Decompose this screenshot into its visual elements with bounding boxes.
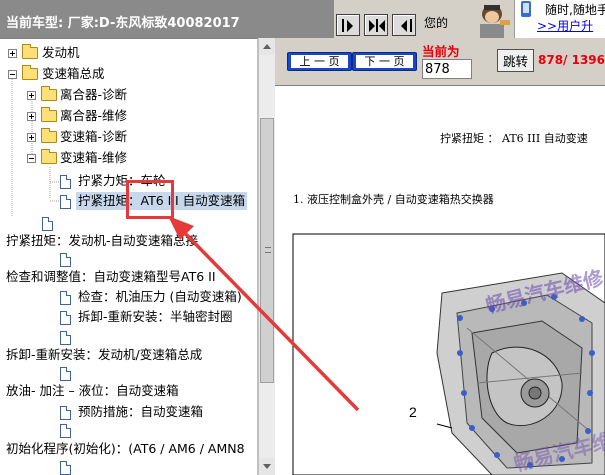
tree-leaf[interactable] xyxy=(0,422,80,440)
tree-node-clutch-repair[interactable]: 离合器-维修 xyxy=(0,107,257,125)
ad-banner: 随时,随地手 >>用户升 xyxy=(514,0,605,38)
tree-node-label: 预防措施：自动变速箱 xyxy=(78,404,204,419)
tree-node-label: 离合器-诊断 xyxy=(60,87,128,102)
annotation-highlight-box xyxy=(126,180,174,219)
scroll-up-button[interactable] xyxy=(259,38,275,55)
tree-node-check-adjust-values[interactable]: 检查和调整值：自动变速箱型号AT6 II xyxy=(0,268,257,286)
tree-leaf[interactable] xyxy=(0,365,80,383)
upgrade-link[interactable]: >>用户升 xyxy=(537,17,593,34)
folder-icon xyxy=(22,44,38,59)
arrow-right-icon xyxy=(342,19,353,32)
page-content: 拧紧扭矩 ： AT6 III 自动变速 1. 液压控制盒外壳 / 自动变速箱热交… xyxy=(275,87,605,475)
collapse-right-button[interactable] xyxy=(392,14,416,36)
document-icon xyxy=(60,331,71,345)
tree-node-initialization[interactable]: 初始化程序(初始化)：(AT6 / AM6 / AMN8 xyxy=(0,440,257,458)
tree-node-label: 拆卸-重新安装：发动机/变速箱总成 xyxy=(6,347,203,362)
tree-node-oil-pressure-check[interactable]: 检查：机油压力 (自动变速箱) xyxy=(0,288,257,306)
split-view-button[interactable] xyxy=(364,14,388,36)
scroll-thumb[interactable] xyxy=(260,118,274,383)
expand-icon[interactable] xyxy=(27,133,36,142)
tree-leaf[interactable] xyxy=(0,329,80,347)
manual-tree-panel: 发动机 变速箱总成 离合器-诊断 离合器-维修 变速箱-诊断 变速箱-维修 拧紧… xyxy=(0,38,258,475)
callout-label: 2 xyxy=(409,404,417,420)
collapse-icon[interactable] xyxy=(27,154,36,163)
collapse-left-button[interactable] xyxy=(336,14,360,36)
folder-open-icon xyxy=(41,149,57,164)
tree-node-gearbox-repair[interactable]: 变速箱-维修 xyxy=(0,149,257,167)
document-icon xyxy=(60,195,71,209)
transmission-diagram: 畅易汽车维修 畅易汽车维修 xyxy=(292,233,605,475)
chevron-down-icon xyxy=(263,464,271,469)
document-icon xyxy=(60,367,71,381)
tree-node-label: 变速箱-维修 xyxy=(60,150,128,165)
folder-icon xyxy=(41,107,57,122)
tree-node-oil-drain-fill[interactable]: 放油- 加注 – 液位：自动变速箱 xyxy=(0,382,257,400)
tree-node-engine[interactable]: 发动机 xyxy=(0,44,257,62)
tree-node-engine-gearbox-removal[interactable]: 拆卸-重新安装：发动机/变速箱总成 xyxy=(0,346,257,364)
current-vehicle-label: 当前车型: 厂家:D-东风标致40082017 xyxy=(0,0,334,38)
tree-node-transmission-assembly[interactable]: 变速箱总成 xyxy=(0,65,257,83)
tree-node-label: 放油- 加注 – 液位：自动变速箱 xyxy=(6,383,179,398)
document-viewer: 上 一 页 下 一 页 当前为 跳转 878/ 1396 拧紧扭矩 ： AT6 … xyxy=(275,38,605,475)
tree-node-label: 初始化程序(初始化)：(AT6 / AM6 / AMN8 xyxy=(6,441,245,456)
next-page-label: 下 一 页 xyxy=(356,55,413,68)
ad-text: 您的 xyxy=(424,16,449,30)
document-icon xyxy=(60,406,71,420)
arrow-left-icon xyxy=(401,19,412,32)
tree-node-label: 拆卸-重新安装：半轴密封圈 xyxy=(78,309,233,324)
tree-node-label: 检查：机油压力 (自动变速箱) xyxy=(78,289,242,304)
tree-node-clutch-diagnosis[interactable]: 离合器-诊断 xyxy=(0,86,257,104)
page-controls: 上 一 页 下 一 页 当前为 跳转 878/ 1396 xyxy=(275,38,605,86)
tree-node-gearbox-diagnosis[interactable]: 变速箱-诊断 xyxy=(0,128,257,146)
tree-node-axle-seal[interactable]: 拆卸-重新安装：半轴密封圈 xyxy=(0,308,257,326)
document-icon xyxy=(60,253,71,267)
grip-icon xyxy=(265,247,271,253)
expand-icon[interactable] xyxy=(27,112,36,121)
tree-node-label: 变速箱总成 xyxy=(42,66,105,81)
document-icon xyxy=(60,311,71,325)
expand-icon[interactable] xyxy=(27,91,36,100)
jump-button[interactable]: 跳转 xyxy=(497,49,534,72)
tree-scrollbar[interactable] xyxy=(258,38,275,475)
next-page-button[interactable]: 下 一 页 xyxy=(352,52,417,71)
folder-open-icon xyxy=(22,65,38,80)
previous-page-label: 上 一 页 xyxy=(291,55,348,68)
previous-page-button[interactable]: 上 一 页 xyxy=(287,52,352,71)
page-number-input[interactable] xyxy=(422,59,472,79)
tree-leaf-spacer xyxy=(0,215,60,233)
step-heading: 1. 液压控制盒外壳 / 自动变速箱热交换器 xyxy=(293,193,494,206)
collapse-icon[interactable] xyxy=(8,70,17,79)
top-bar: 当前车型: 厂家:D-东风标致40082017 您的 随时,随地手 >>用户升 xyxy=(0,0,605,38)
chevron-up-icon xyxy=(263,44,271,49)
tree-node-label: 检查和调整值：自动变速箱型号AT6 II xyxy=(6,269,216,284)
document-icon xyxy=(60,175,71,189)
document-icon xyxy=(60,424,71,438)
scroll-down-button[interactable] xyxy=(259,458,275,475)
document-icon xyxy=(60,461,71,475)
phone-icon xyxy=(521,1,531,17)
document-icon xyxy=(42,217,53,231)
tree-leaf[interactable] xyxy=(0,251,80,269)
mechanic-figure-icon xyxy=(480,5,510,38)
tree-node-label: 发动机 xyxy=(42,45,80,60)
current-page-label: 当前为 xyxy=(422,44,460,59)
folder-icon xyxy=(41,86,57,101)
tree-node-label: 变速箱-诊断 xyxy=(60,129,128,144)
tree-node-label: 拧紧扭矩：发动机-自动变速箱总接 xyxy=(6,233,199,248)
tree-node-precautions[interactable]: 预防措施：自动变速箱 xyxy=(0,403,257,421)
page-title: 拧紧扭矩 ： AT6 III 自动变速 xyxy=(440,132,588,145)
tree-node-label: 离合器-维修 xyxy=(60,108,128,123)
folder-icon xyxy=(41,128,57,143)
tree-node-engine-gearbox-torque[interactable]: 拧紧扭矩：发动机-自动变速箱总接 xyxy=(0,232,257,250)
ad-headline: 随时,随地手 xyxy=(545,3,605,17)
document-icon xyxy=(60,291,71,305)
expand-icon[interactable] xyxy=(8,49,17,58)
arrows-inward-icon xyxy=(369,19,385,32)
page-count: 878/ 1396 xyxy=(538,53,605,67)
tree-leaf[interactable] xyxy=(0,459,80,475)
